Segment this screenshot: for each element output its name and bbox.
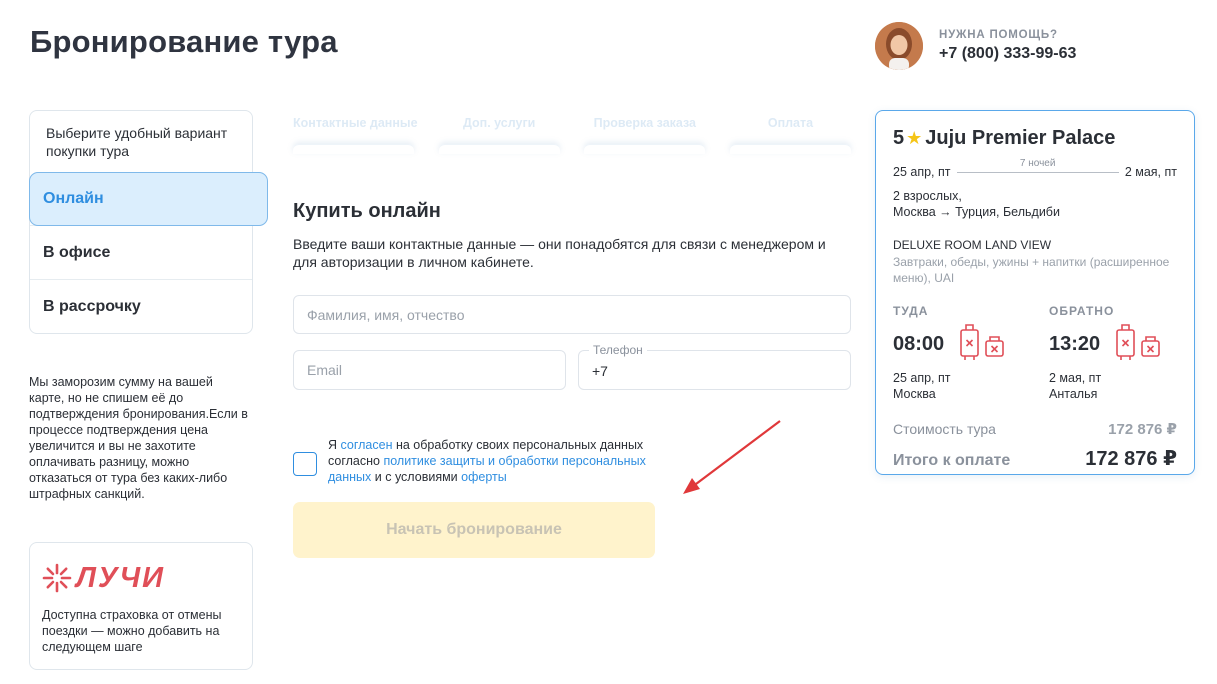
return-city: Анталья xyxy=(1049,387,1098,401)
consent-checkbox[interactable] xyxy=(293,452,317,476)
tour-cost-value: 172 876 ₽ xyxy=(1108,421,1177,438)
help-block: НУЖНА ПОМОЩЬ? +7 (800) 333-99-63 xyxy=(875,22,1076,70)
no-luggage-icon xyxy=(1116,324,1160,360)
insurance-text: Доступна страховка от отмены поездки — м… xyxy=(42,608,222,654)
guests-route: 2 взрослых, Москва → Турция, Бельдиби xyxy=(893,188,1177,220)
hotel-title: 5 ★ Juju Premier Palace xyxy=(893,127,1177,150)
star-icon: ★ xyxy=(906,128,923,148)
fio-field[interactable] xyxy=(293,295,851,334)
purchase-options-hint: Выберите удобный вариант покупки тура xyxy=(46,125,228,159)
return-time: 13:20 xyxy=(1049,332,1101,355)
outbound-date: 25 апр, пт xyxy=(893,371,951,385)
start-booking-button[interactable]: Начать бронирование xyxy=(293,502,655,558)
consent-text: Я согласен на обработку своих персональн… xyxy=(328,438,646,484)
luchi-logo-text: ЛУЧИ xyxy=(76,561,165,594)
help-caption: НУЖНА ПОМОЩЬ? xyxy=(939,29,1058,41)
phone-field[interactable]: Телефон xyxy=(578,343,851,390)
nights-count: 7 ночей xyxy=(1019,158,1056,169)
email-field[interactable] xyxy=(293,350,566,390)
step-extras[interactable]: Доп. услуги xyxy=(438,116,560,154)
red-arrow-annotation xyxy=(683,420,781,494)
freeze-note: Мы заморозим сумму на вашей карте, но не… xyxy=(29,375,248,501)
outbound-city: Москва xyxy=(893,387,936,401)
no-luggage-icon xyxy=(960,324,1004,360)
date-to: 2 мая, пт xyxy=(1124,165,1177,179)
purchase-options: Выберите удобный вариант покупки тура Он… xyxy=(29,110,268,334)
total-row: Итого к оплате 172 876 ₽ xyxy=(893,446,1177,471)
route: Москва → Турция, Бельдиби xyxy=(893,205,1060,219)
option-office[interactable]: В офисе xyxy=(30,225,252,279)
tour-summary-card: 5 ★ Juju Premier Palace 25 апр, пт 7 ноч… xyxy=(875,110,1195,475)
flight-outbound: ТУДА 08:00 25 апр, пт Москва xyxy=(893,304,1021,402)
phone-input[interactable] xyxy=(592,363,850,379)
step-contacts[interactable]: Контактные данные xyxy=(293,116,418,154)
flight-return: ОБРАТНО 13:20 2 мая, пт Анталья xyxy=(1049,304,1177,402)
email-input[interactable] xyxy=(307,362,565,378)
guests: 2 взрослых, xyxy=(893,189,962,203)
date-from: 25 апр, пт xyxy=(893,165,951,179)
avatar xyxy=(875,22,923,70)
option-online[interactable]: Онлайн xyxy=(29,172,268,226)
sun-icon xyxy=(42,563,72,593)
consent-block: Я согласен на обработку своих персональн… xyxy=(293,437,673,485)
option-installment[interactable]: В рассрочку xyxy=(30,279,252,333)
step-review[interactable]: Проверка заказа xyxy=(584,116,706,154)
total-label: Итого к оплате xyxy=(893,452,1011,469)
form-title: Купить онлайн xyxy=(293,200,441,222)
fio-input[interactable] xyxy=(307,306,850,323)
flights: ТУДА 08:00 25 апр, пт Москва ОБРАТНО 13:… xyxy=(893,304,1177,402)
outbound-time: 08:00 xyxy=(893,332,945,355)
return-date: 2 мая, пт xyxy=(1049,371,1102,385)
help-phone[interactable]: +7 (800) 333-99-63 xyxy=(939,45,1076,63)
step-payment[interactable]: Оплата xyxy=(729,116,851,154)
consent-link[interactable]: согласен xyxy=(341,438,393,452)
total-value: 172 876 ₽ xyxy=(1085,448,1177,470)
hotel-stars: 5 xyxy=(893,127,905,149)
meal-plan: Завтраки, обеды, ужины + напитки (расшир… xyxy=(893,255,1170,285)
hotel-name: Juju Premier Palace xyxy=(925,127,1116,149)
offer-link[interactable]: оферты xyxy=(461,470,507,484)
form-description: Введите ваши контактные данные — они пон… xyxy=(293,236,826,270)
phone-label: Телефон xyxy=(589,343,647,357)
insurance-card: ЛУЧИ Доступна страховка от отмены поездк… xyxy=(29,542,253,670)
tour-cost-label: Стоимость тура xyxy=(893,421,996,437)
tour-dates: 25 апр, пт 7 ночей 2 мая, пт xyxy=(893,158,1177,179)
tour-cost-row: Стоимость тура 172 876 ₽ xyxy=(893,420,1177,438)
booking-steps: Контактные данные Доп. услуги Проверка з… xyxy=(293,116,851,154)
page-title: Бронирование тура xyxy=(30,24,338,59)
luchi-logo: ЛУЧИ xyxy=(42,561,240,595)
room-type: DELUXE ROOM LAND VIEW xyxy=(893,238,1052,252)
